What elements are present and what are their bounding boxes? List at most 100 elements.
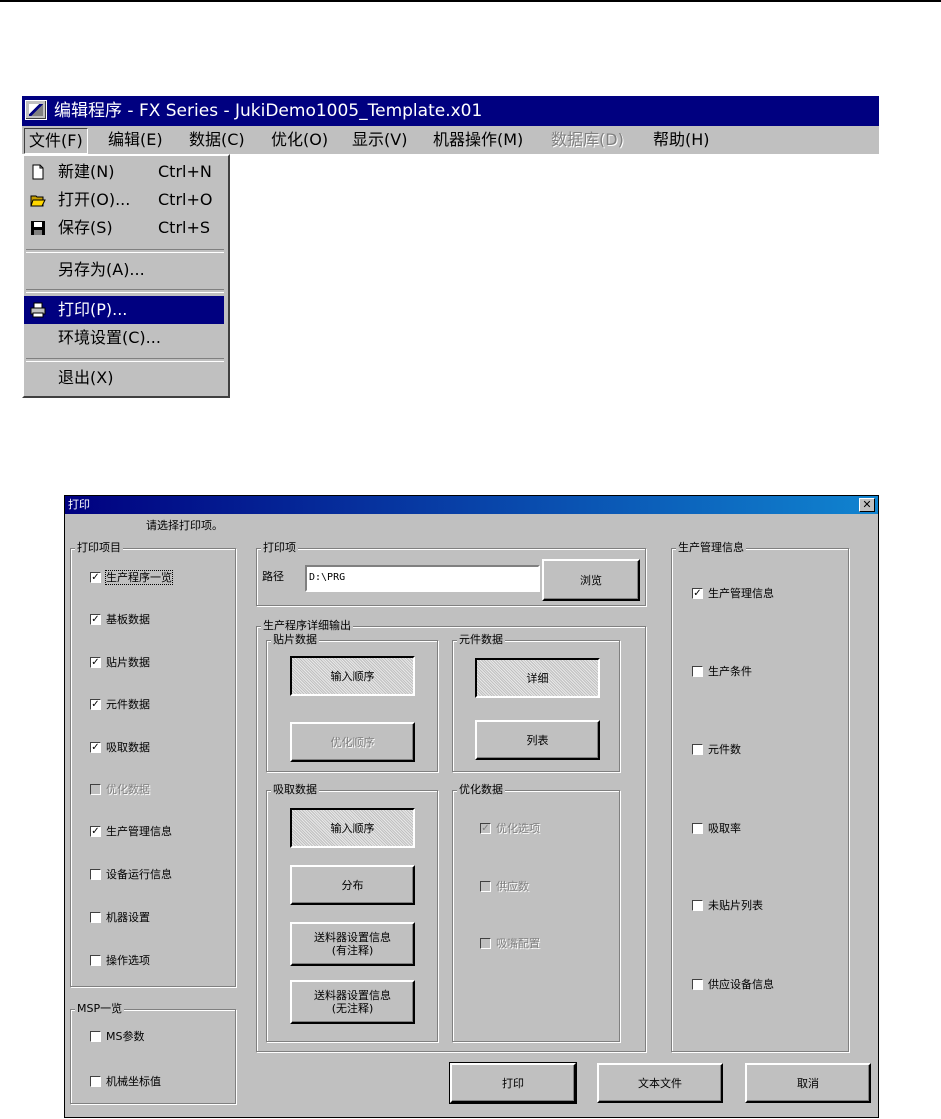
checkbox-box: ✓ — [692, 588, 703, 599]
menu-item-label: 退出(X) — [58, 368, 114, 387]
menu-item-label: 保存(S) — [58, 218, 113, 237]
checkbox-box — [692, 979, 703, 990]
checkbox-box: ✓ — [480, 823, 491, 834]
open-folder-icon — [30, 195, 46, 207]
text-file-button[interactable]: 文本文件 — [597, 1063, 723, 1103]
menu-separator — [26, 249, 224, 253]
checkbox-box — [692, 900, 703, 911]
checkbox-box — [90, 955, 101, 966]
group-title: MSP一览 — [75, 1002, 125, 1016]
menu-item-label: 环境设置(C)... — [58, 328, 161, 347]
menu-database[interactable]: 数据库(D) — [547, 128, 628, 152]
window-title: 编辑程序 - FX Series - JukiDemo1005_Template… — [22, 96, 879, 126]
checkbox-label: 吸取率 — [708, 822, 741, 835]
checkbox-label: 吸嘴配置 — [496, 937, 540, 950]
menu-file[interactable]: 文件(F) — [24, 128, 88, 154]
page-rule — [0, 0, 941, 2]
checkbox-box: ✓ — [90, 826, 101, 837]
checkbox-label: 基板数据 — [106, 613, 150, 626]
checkbox-box — [90, 869, 101, 880]
group-title: 生产管理信息 — [676, 541, 746, 555]
checkbox-box — [692, 744, 703, 755]
component-list-button[interactable]: 列表 — [475, 720, 600, 760]
menu-item-save[interactable]: 保存(S) Ctrl+S — [24, 214, 224, 242]
checkbox-box — [480, 881, 491, 892]
group-title: 吸取数据 — [271, 783, 319, 797]
checkbox-label: 机械坐标值 — [106, 1075, 161, 1088]
checkbox-box: ✓ — [90, 614, 101, 625]
cancel-button[interactable]: 取消 — [745, 1063, 871, 1103]
new-file-icon — [32, 164, 44, 180]
menu-separator — [26, 358, 224, 362]
checkbox-label: 元件数 — [708, 743, 741, 756]
checkbox-label: 元件数据 — [106, 698, 150, 711]
menu-item-shortcut: Ctrl+O — [158, 190, 213, 209]
group-title: 元件数据 — [457, 633, 505, 647]
menu-item-new[interactable]: 新建(N) Ctrl+N — [24, 158, 224, 186]
printer-icon — [30, 302, 46, 318]
floppy-disk-icon — [31, 221, 45, 235]
menu-item-label: 另存为(A)... — [58, 260, 145, 279]
checkbox-box: ✓ — [90, 742, 101, 753]
menu-optimize[interactable]: 优化(O) — [267, 128, 332, 152]
menu-item-settings[interactable]: 环境设置(C)... — [24, 324, 224, 352]
placement-optimize-order-button[interactable]: 优化顺序 — [290, 722, 415, 762]
checkbox-label: 优化选项 — [496, 822, 540, 835]
placement-input-order-button[interactable]: 输入顺序 — [290, 656, 415, 696]
checkbox-label: 机器设置 — [106, 911, 150, 924]
checkbox-label: 生产管理信息 — [106, 825, 172, 838]
checkbox-box — [90, 784, 101, 795]
menu-item-label: 新建(N) — [58, 162, 115, 181]
menu-item-label: 打开(O)... — [58, 190, 131, 209]
path-label: 路径 — [262, 570, 284, 583]
menu-view[interactable]: 显示(V) — [348, 128, 411, 152]
checkbox-label: 供应数 — [496, 880, 529, 893]
checkbox-box — [480, 938, 491, 949]
checkbox-label: 生产管理信息 — [708, 587, 774, 600]
menu-data[interactable]: 数据(C) — [185, 128, 249, 152]
checkbox-label: 生产条件 — [708, 665, 752, 678]
menu-item-print[interactable]: 打印(P)... — [24, 296, 224, 324]
menu-edit[interactable]: 编辑(E) — [104, 128, 167, 152]
checkbox-label: 未贴片列表 — [708, 899, 763, 912]
menu-item-shortcut: Ctrl+S — [158, 218, 211, 237]
feeder-info-without-notes-button[interactable]: 送料器设置信息 (无注释) — [290, 980, 415, 1024]
app-icon — [25, 100, 47, 120]
msp-list-group: MSP一览 — [70, 1002, 236, 1104]
menu-item-shortcut: Ctrl+N — [158, 162, 212, 181]
checkbox-label: MS参数 — [106, 1030, 145, 1043]
checkbox-box: ✓ — [90, 699, 101, 710]
component-detail-button[interactable]: 详细 — [475, 658, 600, 698]
group-title: 打印项目 — [75, 541, 123, 555]
group-title: 贴片数据 — [271, 633, 319, 647]
group-title: 生产程序详细输出 — [261, 619, 353, 633]
dialog-title: 打印 — [65, 496, 878, 514]
close-button[interactable]: ✕ — [859, 498, 875, 512]
checkbox-box — [90, 1076, 101, 1087]
dialog-hint: 请选择打印项。 — [146, 519, 223, 532]
pickup-input-order-button[interactable]: 输入顺序 — [290, 808, 415, 848]
menu-item-save-as[interactable]: 另存为(A)... — [24, 256, 224, 284]
menu-separator — [26, 289, 224, 293]
checkbox-label: 贴片数据 — [106, 656, 150, 669]
feeder-info-with-notes-button[interactable]: 送料器设置信息 (有注释) — [290, 922, 415, 966]
menu-item-open[interactable]: 打开(O)... Ctrl+O — [24, 186, 224, 214]
checkbox-label: 生产程序一览 — [105, 570, 173, 585]
checkbox-label: 吸取数据 — [106, 741, 150, 754]
menu-item-exit[interactable]: 退出(X) — [24, 364, 224, 392]
browse-button[interactable]: 浏览 — [542, 559, 640, 601]
pickup-distribution-button[interactable]: 分布 — [290, 865, 415, 905]
checkbox-box — [90, 1031, 101, 1042]
menu-machine[interactable]: 机器操作(M) — [429, 128, 527, 152]
checkbox-label: 操作选项 — [106, 954, 150, 967]
checkbox-box: ✓ — [90, 572, 101, 583]
print-button[interactable]: 打印 — [449, 1062, 577, 1104]
checkbox-box — [692, 666, 703, 677]
group-title: 打印项 — [261, 541, 298, 555]
checkbox-box — [90, 912, 101, 923]
group-title: 优化数据 — [457, 783, 505, 797]
checkbox-label: 设备运行信息 — [106, 868, 172, 881]
menu-help[interactable]: 帮助(H) — [649, 128, 714, 152]
path-input[interactable]: D:\PRG — [305, 565, 540, 592]
checkbox-box — [692, 823, 703, 834]
